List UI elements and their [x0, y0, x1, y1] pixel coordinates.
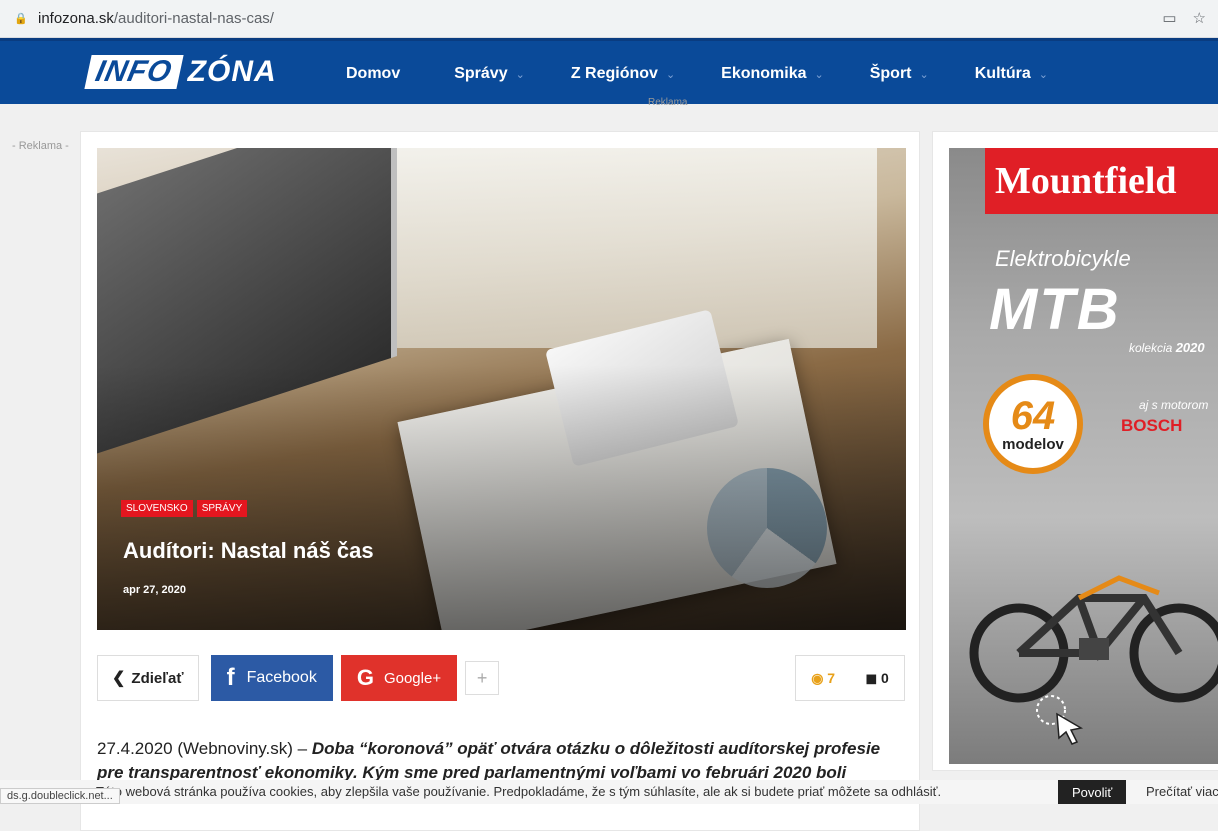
share-label: ❮ Zdieľať [97, 655, 199, 701]
facebook-icon: f [226, 664, 235, 691]
bicycle-icon [969, 575, 1218, 703]
ad-subtitle: Elektrobicykle [995, 246, 1131, 271]
ad-model-count-badge: 64 modelov [983, 374, 1083, 474]
chevron-down-icon: ⌄ [919, 68, 929, 81]
ad-label-left: - Reklama - [12, 140, 69, 152]
menu-item-sport[interactable]: Šport ⌄ [870, 65, 929, 83]
article-stats: ◉ 7 ◼ 0 [795, 655, 905, 701]
chevron-down-icon: ⌄ [1038, 68, 1048, 81]
browser-address-bar[interactable]: 🔒 infozona.sk/auditori-nastal-nas-cas/ ▭… [0, 0, 1218, 38]
ad-label-top: Reklama [648, 97, 688, 108]
more-share-button[interactable]: + [465, 661, 500, 695]
url-text[interactable]: infozona.sk/auditori-nastal-nas-cas/ [38, 10, 274, 27]
reader-mode-icon[interactable]: ▭ [1162, 9, 1176, 27]
share-bar: ❮ Zdieľať f Facebook G Google+ + [97, 655, 500, 701]
logo-part-info: INFO [84, 55, 184, 89]
tag-spravy[interactable]: SPRÁVY [196, 500, 248, 517]
main-navigation: INFO ZÓNA Domov Správy ⌄ Z Regiónov ⌄ Ekon… [0, 38, 1218, 104]
article-date: apr 27, 2020 [123, 584, 186, 596]
ad-headline: MTB [989, 277, 1121, 342]
cookie-banner: Táto webová stránka používa cookies, aby… [0, 780, 1218, 804]
lock-icon: 🔒 [14, 13, 28, 25]
cookie-read-more-link[interactable]: Prečítať viac [1146, 784, 1218, 799]
menu-item-z-regionov[interactable]: Z Regiónov ⌄ [571, 65, 675, 83]
comment-icon: ◼ [865, 669, 878, 686]
cookie-accept-button[interactable]: Povoliť [1058, 780, 1127, 804]
article-body: 27.4.2020 (Webnoviny.sk) – Doba “koronov… [97, 739, 881, 782]
ad-bosch-logo: BOSCH [1121, 416, 1183, 435]
ad-brand: Mountfield [985, 148, 1218, 214]
status-bar: ds.g.doubleclick.net... [0, 788, 120, 804]
site-logo[interactable]: INFO ZÓNA [84, 55, 277, 89]
share-icon: ❮ [112, 670, 126, 687]
menu-item-kultura[interactable]: Kultúra ⌄ [975, 65, 1048, 83]
facebook-share-button[interactable]: f Facebook [210, 655, 333, 701]
google-icon: G [356, 665, 374, 690]
hero-image[interactable]: SLOVENSKO SPRÁVY Audítori: Nastal náš ča… [97, 148, 906, 630]
google-plus-share-button[interactable]: G Google+ [340, 655, 458, 701]
cursor-icon [1036, 695, 1084, 745]
bookmark-star-icon[interactable]: ☆ [1193, 9, 1206, 27]
sidebar: Mountfield Elektrobicykle MTB kolekcia 2… [932, 131, 1218, 771]
ad-collection: kolekcia 2020 [1129, 340, 1205, 355]
comments-count[interactable]: ◼ 0 [865, 670, 888, 687]
article-container: SLOVENSKO SPRÁVY Audítori: Nastal náš ča… [80, 131, 920, 831]
chevron-down-icon: ⌄ [515, 68, 525, 81]
ad-motor-text: aj s motorom [1139, 398, 1209, 412]
logo-part-zona: ZÓNA [187, 55, 277, 88]
menu-item-domov[interactable]: Domov [346, 65, 408, 83]
eye-icon: ◉ [811, 669, 824, 686]
menu-item-spravy[interactable]: Správy ⌄ [454, 65, 525, 83]
cookie-text: Táto webová stránka používa cookies, aby… [96, 784, 942, 799]
chevron-down-icon: ⌄ [665, 68, 676, 81]
views-count: ◉ 7 [811, 669, 836, 686]
chevron-down-icon: ⌄ [814, 68, 824, 81]
menu-item-ekonomika[interactable]: Ekonomika ⌄ [721, 65, 824, 83]
article-title: Audítori: Nastal náš čas [123, 538, 374, 563]
mountfield-ad[interactable]: Mountfield Elektrobicykle MTB kolekcia 2… [949, 148, 1218, 764]
tag-slovensko[interactable]: SLOVENSKO [121, 500, 193, 517]
